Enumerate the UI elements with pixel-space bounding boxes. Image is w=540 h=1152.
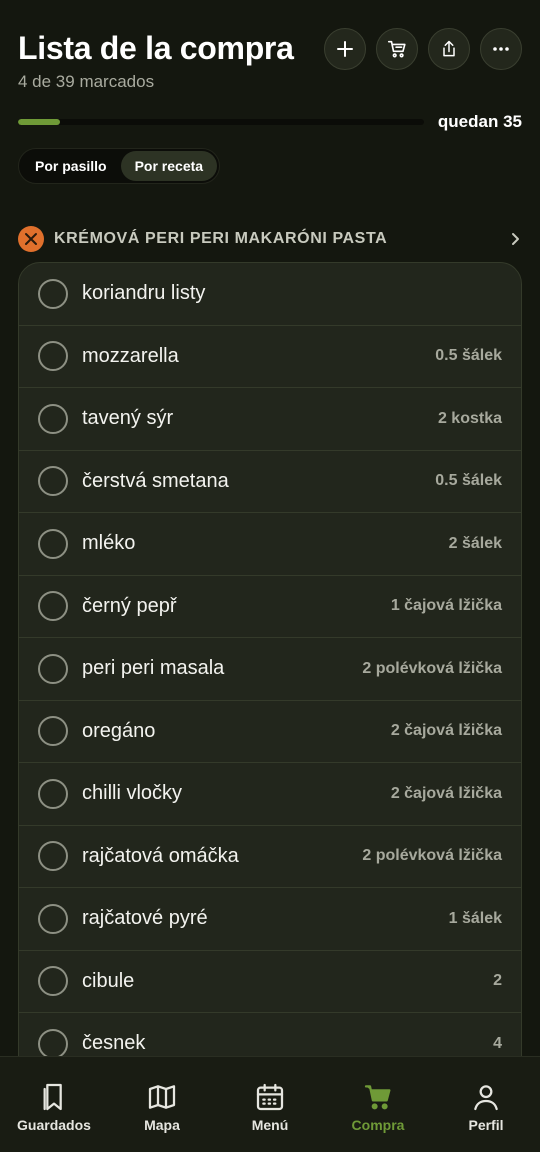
item-name: rajčatová omáčka <box>82 844 239 867</box>
checkbox-circle[interactable] <box>38 1028 68 1059</box>
tab-perfil[interactable]: Perfil <box>432 1057 540 1152</box>
tab-compra[interactable]: Compra <box>324 1057 432 1152</box>
cart-button[interactable] <box>376 28 418 70</box>
list-item[interactable]: černý pepř 1 čajová lžička <box>19 576 521 638</box>
list-item[interactable]: chilli vločky 2 čajová lžička <box>19 763 521 826</box>
bookmarks-icon <box>43 1083 62 1111</box>
checkbox-circle[interactable] <box>38 528 68 559</box>
checkbox-circle[interactable] <box>38 716 68 747</box>
header-actions <box>324 28 522 70</box>
add-button[interactable] <box>324 28 366 70</box>
tab-guardados[interactable]: Guardados <box>0 1057 108 1152</box>
share-icon <box>443 40 455 57</box>
tab-label: Perfil <box>468 1117 504 1133</box>
remaining-label: quedan 35 <box>437 112 522 131</box>
item-quantity: 2 kostka <box>437 409 502 427</box>
toggle-by-recipe[interactable]: Por receta <box>120 151 218 181</box>
more-button[interactable] <box>480 28 522 70</box>
item-name: peri peri masala <box>82 657 225 680</box>
progress-row: quedan 35 <box>18 110 522 134</box>
checkbox-circle[interactable] <box>38 591 68 622</box>
item-name: mléko <box>82 532 136 555</box>
map-icon <box>148 1085 176 1109</box>
item-quantity: 2 čajová lžička <box>390 722 502 740</box>
list-item[interactable]: mozzarella 0.5 šálek <box>19 326 521 388</box>
item-quantity: 2 polévková lžička <box>362 659 502 677</box>
item-quantity: 0.5 šálek <box>435 472 502 490</box>
tab-label: Menú <box>251 1117 289 1133</box>
checkbox-circle[interactable] <box>38 403 68 434</box>
checkbox-circle[interactable] <box>38 903 68 934</box>
recipe-header[interactable]: KRÉMOVÁ PERI PERI MAKARÓNI PASTA <box>18 226 522 252</box>
plus-icon <box>337 41 353 57</box>
utensils-icon <box>18 226 44 252</box>
tab-bar: Guardados Mapa Menú Compra Perfil <box>0 1056 540 1152</box>
ingredient-list: koriandru listy mozzarella 0.5 šálek tavený… <box>18 262 522 1152</box>
item-name: tavený sýr <box>82 407 174 430</box>
tab-mapa[interactable]: Mapa <box>108 1057 216 1152</box>
item-name: cibule <box>82 969 135 992</box>
list-item[interactable]: rajčatové pyré 1 šálek <box>19 888 521 951</box>
cart-icon <box>364 1085 391 1110</box>
item-name: oregáno <box>82 719 156 742</box>
tab-label: Compra <box>351 1117 405 1133</box>
checkbox-circle[interactable] <box>38 278 68 309</box>
toggle-by-aisle[interactable]: Por pasillo <box>21 151 121 181</box>
progress-bar <box>18 119 424 125</box>
view-toggle: Por pasillo Por receta <box>18 148 221 184</box>
checkbox-circle[interactable] <box>38 341 68 372</box>
person-icon <box>474 1085 498 1111</box>
item-name: čerstvá smetana <box>82 469 229 492</box>
chevron-right-icon <box>512 233 519 245</box>
tab-label: Mapa <box>144 1117 180 1133</box>
item-quantity: 2 šálek <box>448 534 502 552</box>
tab-menú[interactable]: Menú <box>216 1057 324 1152</box>
checkbox-circle[interactable] <box>38 778 68 809</box>
item-name: česnek <box>82 1032 146 1055</box>
item-quantity: 1 čajová lžička <box>390 597 502 615</box>
item-quantity: 2 <box>493 972 502 990</box>
checkbox-circle[interactable] <box>38 841 68 872</box>
more-icon <box>493 47 509 51</box>
calendar-icon <box>256 1083 284 1111</box>
item-name: chilli vločky <box>82 782 183 805</box>
checked-count: 4 de 39 marcados <box>18 72 155 91</box>
tab-label: Guardados <box>17 1117 91 1133</box>
list-item[interactable]: rajčatová omáčka 2 polévková lžička <box>19 826 521 888</box>
list-item[interactable]: koriandru listy <box>19 263 521 326</box>
recipe-title: KRÉMOVÁ PERI PERI MAKARÓNI PASTA <box>54 230 388 247</box>
item-name: černý pepř <box>82 594 177 617</box>
checkbox-circle[interactable] <box>38 466 68 497</box>
item-quantity: 2 polévková lžička <box>362 847 502 865</box>
list-item[interactable]: oregáno 2 čajová lžička <box>19 701 521 763</box>
item-quantity: 4 <box>493 1034 502 1052</box>
item-quantity: 2 čajová lžička <box>390 784 502 802</box>
list-item[interactable]: peri peri masala 2 polévková lžička <box>19 638 521 701</box>
list-item[interactable]: čerstvá smetana 0.5 šálek <box>19 451 521 513</box>
item-name: mozzarella <box>82 344 179 367</box>
item-quantity: 1 šálek <box>448 909 502 927</box>
cart-icon <box>387 40 406 58</box>
checkbox-circle[interactable] <box>38 966 68 997</box>
item-quantity: 0.5 šálek <box>435 347 502 365</box>
share-button[interactable] <box>428 28 470 70</box>
item-name: koriandru listy <box>82 282 206 305</box>
progress-fill <box>18 119 60 125</box>
checkbox-circle[interactable] <box>38 653 68 684</box>
item-name: rajčatové pyré <box>82 907 208 930</box>
list-item[interactable]: cibule 2 <box>19 951 521 1013</box>
list-item[interactable]: tavený sýr 2 kostka <box>19 388 521 451</box>
list-item[interactable]: mléko 2 šálek <box>19 513 521 576</box>
